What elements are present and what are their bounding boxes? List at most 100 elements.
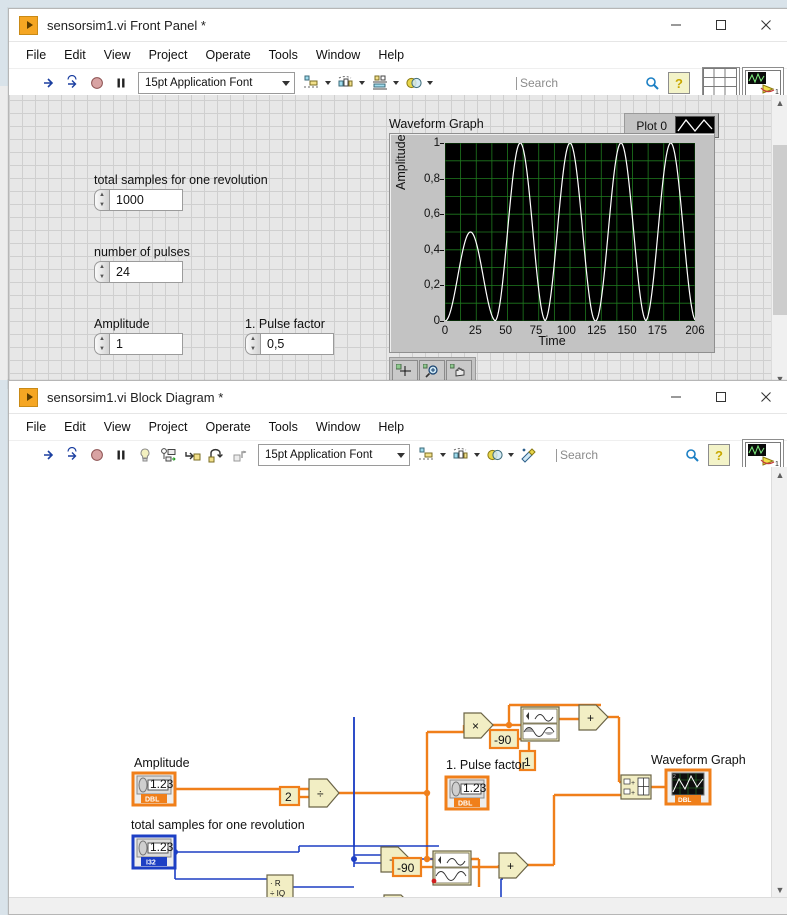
- minimize-button[interactable]: [653, 9, 698, 41]
- search-box[interactable]: Search ?: [516, 72, 698, 94]
- maximize-button[interactable]: [698, 9, 743, 41]
- front-panel-canvas[interactable]: total samples for one revolution ▲ ▼ 1000…: [9, 95, 787, 387]
- menu-file[interactable]: File: [17, 45, 55, 65]
- menu-tools[interactable]: Tools: [260, 417, 307, 437]
- pulse-factor-value[interactable]: 0,5: [260, 333, 334, 355]
- context-help-button[interactable]: ?: [668, 72, 690, 94]
- block-diagram-vscrollbar[interactable]: ▲ ▼: [771, 467, 787, 898]
- menu-project[interactable]: Project: [140, 45, 197, 65]
- dataflow-diagram[interactable]: .ow{stroke:#f07f1a;stroke-width:2.4;fill…: [9, 467, 772, 912]
- menu-help[interactable]: Help: [369, 45, 413, 65]
- step-out-icon[interactable]: [230, 444, 252, 466]
- waveform-graph-frame[interactable]: Amplitude 0 0,2 0,4 0,6 0,8 1 0 25 50 75 100 125 15…: [389, 133, 715, 353]
- retain-wire-values-icon[interactable]: [158, 444, 180, 466]
- total-samples-value[interactable]: 1000: [109, 189, 183, 211]
- run-arrow-icon[interactable]: [38, 72, 60, 94]
- abort-execution-icon[interactable]: [86, 72, 108, 94]
- menu-view[interactable]: View: [95, 45, 140, 65]
- search-input[interactable]: Search: [560, 448, 680, 462]
- spinner-buttons[interactable]: ▲ ▼: [94, 261, 109, 283]
- amplitude-control[interactable]: Amplitude ▲ ▼ 1: [94, 317, 183, 355]
- magnifier-icon[interactable]: [681, 444, 703, 466]
- menu-view[interactable]: View: [95, 417, 140, 437]
- front-panel-window[interactable]: sensorsim1.vi Front Panel * File Edit Vi…: [8, 8, 787, 388]
- pause-icon[interactable]: [110, 72, 132, 94]
- maximize-button[interactable]: [698, 381, 743, 413]
- scroll-thumb[interactable]: [773, 145, 787, 315]
- block-diagram-menubar[interactable]: File Edit View Project Operate Tools Win…: [9, 414, 787, 441]
- pan-tool-icon[interactable]: [446, 360, 472, 382]
- scroll-down-arrow[interactable]: ▼: [772, 882, 787, 898]
- waveform-graph[interactable]: Waveform Graph Plot 0 Amplitude 0 0,2 0,4 0…: [389, 113, 719, 385]
- search-box[interactable]: Search ?: [556, 444, 738, 466]
- run-arrow-icon[interactable]: [38, 444, 60, 466]
- menu-file[interactable]: File: [17, 417, 55, 437]
- block-diagram-window[interactable]: sensorsim1.vi Block Diagram * File Edit …: [8, 380, 787, 915]
- menu-window[interactable]: Window: [307, 45, 369, 65]
- close-button[interactable]: [743, 381, 787, 413]
- y-tick-3: 0,6: [424, 208, 440, 221]
- pulse-factor-numbox[interactable]: ▲ ▼ 0,5: [245, 333, 334, 355]
- reorder-objects-icon[interactable]: [486, 446, 514, 464]
- front-panel-titlebar[interactable]: sensorsim1.vi Front Panel *: [9, 9, 787, 42]
- abort-execution-icon[interactable]: [86, 444, 108, 466]
- number-of-pulses-label: number of pulses: [94, 245, 190, 259]
- cursor-tool-icon[interactable]: [392, 360, 418, 382]
- total-samples-control[interactable]: total samples for one revolution ▲ ▼ 1000: [94, 173, 268, 211]
- font-selector[interactable]: 15pt Application Font: [138, 72, 295, 94]
- block-diagram-window-buttons[interactable]: [653, 381, 787, 413]
- step-into-icon[interactable]: [182, 444, 204, 466]
- menu-project[interactable]: Project: [140, 417, 197, 437]
- front-panel-vscrollbar[interactable]: ▲ ▼: [771, 95, 787, 387]
- menu-operate[interactable]: Operate: [196, 45, 259, 65]
- align-objects-icon[interactable]: [303, 74, 331, 92]
- scroll-up-arrow[interactable]: ▲: [772, 467, 787, 483]
- search-input[interactable]: Search: [520, 76, 640, 90]
- font-selector[interactable]: 15pt Application Font: [258, 444, 410, 466]
- menu-help[interactable]: Help: [369, 417, 413, 437]
- menu-window[interactable]: Window: [307, 417, 369, 437]
- distribute-objects-icon[interactable]: [337, 74, 365, 92]
- menu-edit[interactable]: Edit: [55, 45, 95, 65]
- context-help-button[interactable]: ?: [708, 444, 730, 466]
- scroll-up-arrow[interactable]: ▲: [772, 95, 787, 111]
- resize-objects-icon[interactable]: [371, 74, 399, 92]
- menu-edit[interactable]: Edit: [55, 417, 95, 437]
- block-diagram-canvas[interactable]: .ow{stroke:#f07f1a;stroke-width:2.4;fill…: [9, 467, 787, 914]
- zoom-tool-icon[interactable]: [419, 360, 445, 382]
- number-of-pulses-numbox[interactable]: ▲ ▼ 24: [94, 261, 190, 283]
- menu-tools[interactable]: Tools: [260, 45, 307, 65]
- block-diagram-titlebar[interactable]: sensorsim1.vi Block Diagram *: [9, 381, 787, 414]
- number-of-pulses-control[interactable]: number of pulses ▲ ▼ 24: [94, 245, 190, 283]
- pulse-factor-control[interactable]: 1. Pulse factor ▲ ▼ 0,5: [245, 317, 334, 355]
- spinner-buttons[interactable]: ▲ ▼: [94, 333, 109, 355]
- add-node-upper: +: [578, 704, 609, 731]
- spinner-buttons[interactable]: ▲ ▼: [94, 189, 109, 211]
- distribute-objects-icon[interactable]: [452, 446, 480, 464]
- front-panel-window-buttons[interactable]: [653, 9, 787, 41]
- amplitude-value[interactable]: 1: [109, 333, 183, 355]
- run-continuously-icon[interactable]: [62, 444, 84, 466]
- minimize-button[interactable]: [653, 381, 698, 413]
- bd-label-waveform-graph: Waveform Graph: [651, 753, 746, 767]
- spinner-buttons[interactable]: ▲ ▼: [245, 333, 260, 355]
- block-diagram-title: sensorsim1.vi Block Diagram *: [47, 389, 224, 405]
- block-diagram-hscrollbar[interactable]: [9, 897, 787, 914]
- close-button[interactable]: [743, 9, 787, 41]
- clean-up-diagram-icon[interactable]: [518, 444, 540, 466]
- number-of-pulses-value[interactable]: 24: [109, 261, 183, 283]
- amplitude-numbox[interactable]: ▲ ▼ 1: [94, 333, 183, 355]
- total-samples-numbox[interactable]: ▲ ▼ 1000: [94, 189, 268, 211]
- magnifier-icon[interactable]: [641, 72, 663, 94]
- pause-icon[interactable]: [110, 444, 132, 466]
- align-objects-icon[interactable]: [418, 446, 446, 464]
- step-over-icon[interactable]: [206, 444, 228, 466]
- reorder-objects-icon[interactable]: [405, 74, 433, 92]
- plot-area[interactable]: [445, 143, 695, 321]
- highlight-execution-bulb-icon[interactable]: [134, 444, 156, 466]
- block-diagram-toolbar[interactable]: 15pt Application Font Search ? 1: [9, 439, 787, 471]
- run-continuously-icon[interactable]: [62, 72, 84, 94]
- front-panel-menubar[interactable]: File Edit View Project Operate Tools Win…: [9, 42, 787, 69]
- menu-operate[interactable]: Operate: [196, 417, 259, 437]
- front-panel-toolbar[interactable]: 15pt Application Font Search ? 1: [9, 67, 787, 99]
